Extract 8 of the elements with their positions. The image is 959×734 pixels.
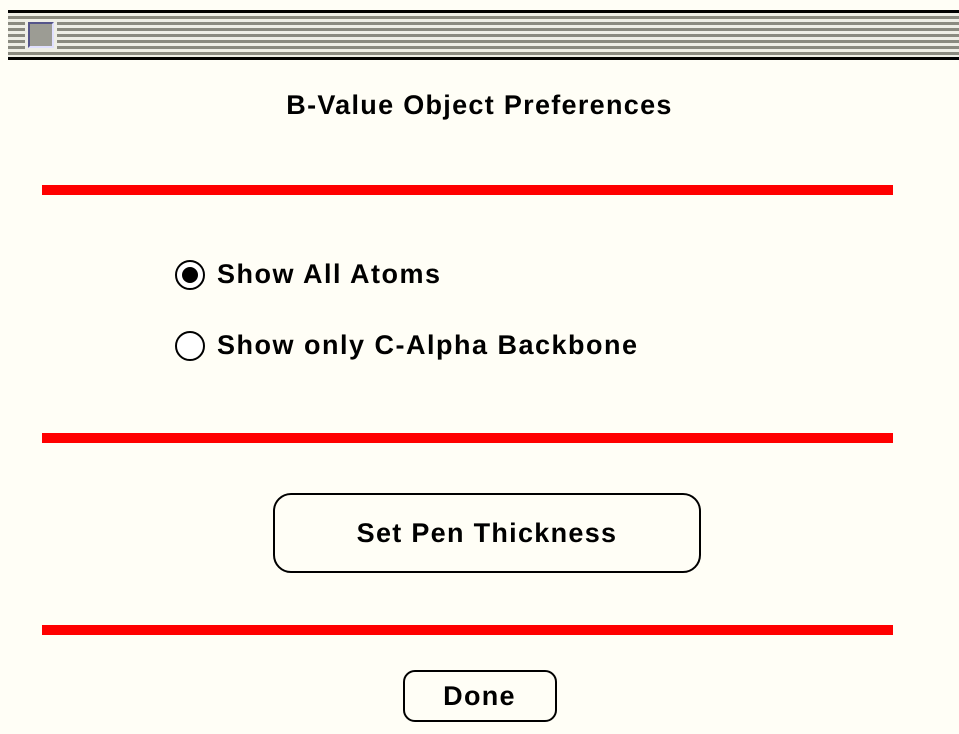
done-button[interactable]: Done <box>402 670 556 722</box>
set-pen-thickness-button[interactable]: Set Pen Thickness <box>273 493 701 573</box>
radio-button[interactable] <box>175 330 205 360</box>
close-box[interactable] <box>28 22 54 48</box>
radio-label: Show All Atoms <box>217 259 442 290</box>
dialog-title: B-Value Object Preferences <box>285 90 674 121</box>
radio-label: Show only C-Alpha Backbone <box>217 330 639 361</box>
radio-button[interactable] <box>175 260 205 290</box>
